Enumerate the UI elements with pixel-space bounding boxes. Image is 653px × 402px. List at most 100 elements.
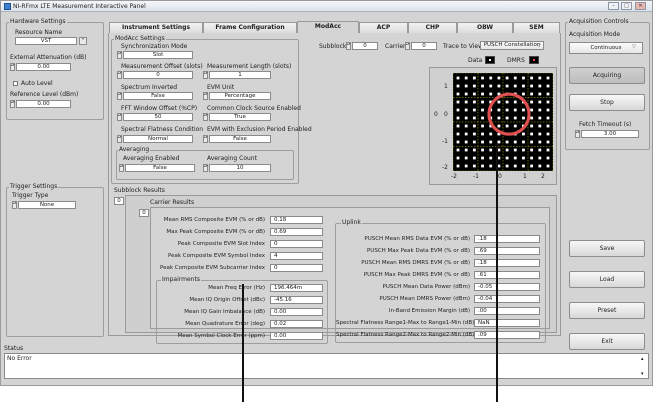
stop-button[interactable]: Stop — [569, 94, 645, 111]
ext-atten-field[interactable]: 0.00 — [16, 63, 71, 71]
acquisition-mode-label: Acquisition Mode — [569, 31, 621, 38]
acquisition-controls-label: Acquisition Controls — [568, 18, 630, 25]
data-symbol — [505, 108, 509, 112]
subblock-field[interactable]: 0 — [352, 42, 378, 50]
tab-instrument-settings[interactable]: Instrument Settings — [109, 22, 203, 33]
data-symbol — [481, 124, 484, 128]
meas-offset-field[interactable]: 0 — [123, 71, 193, 79]
main-window: NI-RFmx LTE Measurement Interactive Pane… — [0, 0, 653, 386]
data-symbol — [505, 156, 509, 160]
spectrum-inverted-field[interactable]: False — [123, 92, 193, 100]
tab-chp[interactable]: CHP — [408, 22, 457, 33]
fft-window-spinner[interactable]: ▴▾ — [117, 113, 122, 121]
tab-modacc[interactable]: ModAcc — [297, 21, 359, 33]
data-symbol — [481, 156, 484, 160]
spectral-flatness-field[interactable]: Normal — [123, 135, 193, 143]
trigger-type-field[interactable]: None — [18, 201, 76, 209]
averaging-label: Averaging — [118, 146, 151, 153]
uplink-label: Uplink — [341, 219, 362, 226]
data-symbol — [489, 148, 493, 152]
uplink-row-value: .18 — [474, 259, 540, 267]
y-tick-0: 0 — [444, 111, 448, 118]
auto-level-checkbox[interactable] — [13, 81, 18, 86]
maximize-icon[interactable]: □ — [621, 2, 632, 10]
data-symbol — [522, 76, 525, 80]
trace-to-view-select[interactable]: PUSCH Constellation — [480, 41, 544, 50]
exit-button[interactable]: Exit — [569, 333, 645, 350]
tab-frame-configuration[interactable]: Frame Configuration — [203, 22, 297, 33]
data-symbol — [505, 84, 509, 88]
common-clock-field[interactable]: True — [209, 113, 271, 121]
tab-sem[interactable]: SEM — [513, 22, 560, 33]
trace-dropdown-icon: ▽ — [537, 43, 541, 49]
status-scroll-up-icon[interactable]: ▴ — [641, 356, 644, 362]
carrier-spinner[interactable]: ▴▾ — [405, 42, 410, 50]
ref-level-field[interactable]: 0.00 — [16, 100, 71, 108]
resource-browse-icon[interactable]: ▾ — [79, 37, 87, 45]
close-icon[interactable]: ✕ — [635, 2, 646, 10]
auto-level-label: Auto Level — [21, 80, 53, 87]
tab-obw[interactable]: OBW — [457, 22, 513, 33]
evm-unit-spinner[interactable]: ▴▾ — [203, 92, 208, 100]
avg-enabled-field[interactable]: False — [125, 164, 195, 172]
meas-length-spinner[interactable]: ▴▾ — [203, 71, 208, 79]
sync-mode-spinner[interactable]: ▴▾ — [117, 51, 122, 59]
data-symbol — [538, 164, 542, 168]
data-symbol — [456, 164, 460, 168]
data-symbol — [464, 116, 468, 120]
acquiring-button[interactable]: Acquiring — [569, 67, 645, 84]
common-clock-spinner[interactable]: ▴▾ — [203, 113, 208, 121]
evm-exclusion-spinner[interactable]: ▴▾ — [203, 135, 208, 143]
carrier-row-label: Peak Composite EVM Subcarrier Index — [160, 265, 265, 271]
data-symbol — [513, 156, 517, 160]
sync-mode-field[interactable]: Slot — [123, 51, 193, 59]
data-symbol — [464, 124, 468, 128]
uplink-row-label: Spectral Flatness Range2-Max to Range2-M… — [336, 332, 475, 338]
data-symbol — [538, 84, 542, 88]
subblock-results-index[interactable]: 0 — [114, 197, 124, 205]
resource-name-field[interactable]: VST — [15, 37, 77, 45]
avg-count-label: Averaging Count — [207, 155, 257, 162]
data-symbol — [464, 76, 468, 80]
uplink-row-label: PUSCH Mean Data Power (dBm) — [382, 284, 470, 290]
data-symbol — [497, 140, 501, 144]
evm-unit-field[interactable]: Percentage — [209, 92, 271, 100]
uplink-row-value: .00 — [474, 307, 540, 315]
tab-acp[interactable]: ACP — [359, 22, 408, 33]
data-symbol — [481, 140, 484, 144]
avg-enabled-spinner[interactable]: ▴▾ — [119, 164, 124, 172]
meas-offset-spinner[interactable]: ▴▾ — [117, 71, 122, 79]
data-symbol — [522, 92, 525, 96]
data-symbol — [481, 100, 484, 104]
meas-length-field[interactable]: 1 — [209, 71, 271, 79]
preset-button[interactable]: Preset — [569, 302, 645, 319]
load-button[interactable]: Load — [569, 271, 645, 288]
minimize-icon[interactable]: – — [608, 2, 619, 10]
save-button[interactable]: Save — [569, 240, 645, 257]
ref-level-spinner[interactable]: ▴▾ — [10, 100, 15, 108]
ext-atten-spinner[interactable]: ▴▾ — [10, 63, 15, 71]
avg-count-field[interactable]: 10 — [209, 164, 271, 172]
x-tick-1: 1 — [523, 173, 527, 180]
fetch-timeout-spinner[interactable]: ▴▾ — [575, 130, 580, 138]
uplink-row-value: -0.05 — [474, 283, 540, 291]
trigger-type-spinner[interactable]: ▴▾ — [12, 201, 17, 209]
avg-count-spinner[interactable]: ▴▾ — [203, 164, 208, 172]
subblock-spinner[interactable]: ▴▾ — [346, 42, 351, 50]
spectral-flatness-spinner[interactable]: ▴▾ — [117, 135, 122, 143]
legend-data-dot — [489, 59, 491, 61]
data-symbol — [530, 84, 534, 88]
status-scroll-down-icon[interactable]: ▾ — [641, 371, 644, 377]
data-symbol — [538, 156, 542, 160]
carrier-field[interactable]: 0 — [411, 42, 437, 50]
fft-window-field[interactable]: 50 — [123, 113, 193, 121]
carrier-results-index[interactable]: 0 — [139, 209, 149, 217]
data-symbol — [464, 84, 468, 88]
data-symbol — [538, 92, 542, 96]
impairments-label: Impairments — [161, 276, 201, 283]
constellation-graph[interactable] — [453, 73, 553, 171]
data-symbol — [530, 148, 534, 152]
fetch-timeout-field[interactable]: 3.00 — [581, 130, 639, 138]
evm-exclusion-field[interactable]: False — [209, 135, 271, 143]
spectrum-inverted-spinner[interactable]: ▴▾ — [117, 92, 122, 100]
